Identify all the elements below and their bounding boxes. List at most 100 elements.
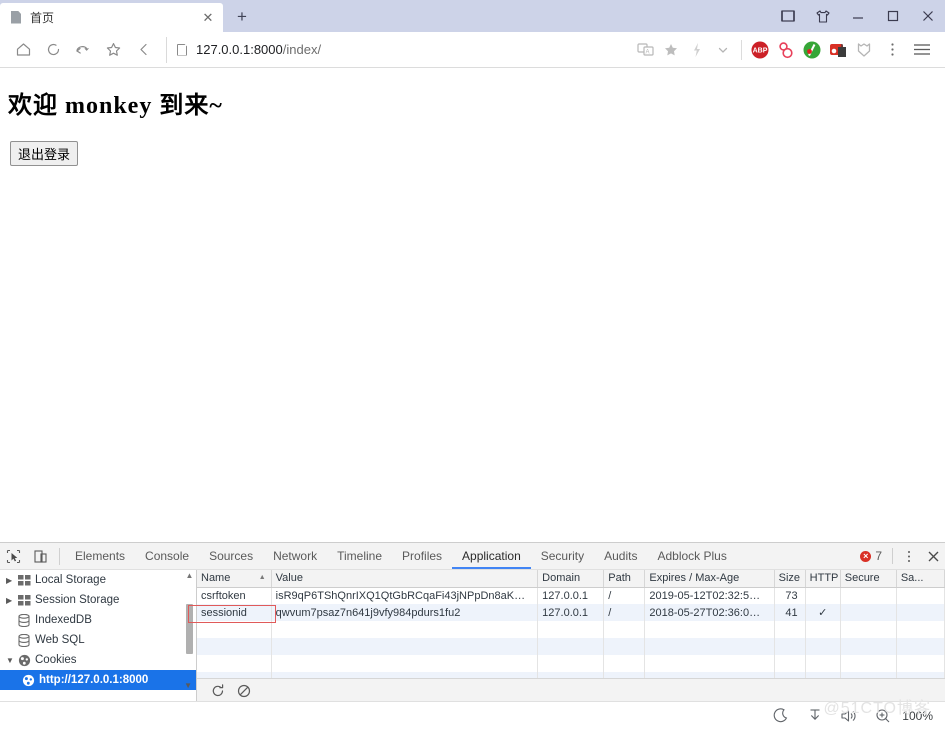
empty-cell [271, 621, 539, 638]
zoom-level-label: 100% [902, 708, 933, 723]
cookie-cell-secure[interactable] [840, 604, 897, 621]
home-icon[interactable] [8, 36, 38, 64]
yandex-extension-icon[interactable] [799, 37, 825, 63]
devtools-tab-audits[interactable]: Audits [594, 543, 647, 569]
sidebar-item-session-storage[interactable]: ▶ Session Storage [0, 590, 196, 610]
menu-icon[interactable] [907, 36, 937, 64]
sidebar-item-label: Cookies [35, 654, 77, 666]
devtools-toolbar: Elements Console Sources Network Timeline Pro… [0, 543, 945, 570]
logout-button[interactable]: 退出登录 [10, 141, 79, 166]
cookie-cell-path[interactable]: / [603, 604, 646, 621]
scrollbar-thumb[interactable] [186, 604, 193, 654]
cookie-cell-samesite[interactable] [896, 604, 945, 621]
sidebar-item-local-storage[interactable]: ▶ Local Storage [0, 570, 196, 590]
column-header-size[interactable]: Size [774, 570, 806, 588]
sound-icon[interactable] [832, 704, 866, 728]
devtools-tab-sources[interactable]: Sources [199, 543, 263, 569]
lightning-icon[interactable] [684, 37, 710, 63]
scroll-up-arrow[interactable]: ▲ [185, 572, 194, 580]
cookie-cell-secure[interactable] [840, 587, 897, 604]
sidebar-item-http-127-0-0-1-8000[interactable]: http://127.0.0.1:8000 [0, 670, 196, 690]
close-icon[interactable] [921, 544, 945, 568]
cookie-cell-size[interactable]: 41 [774, 604, 806, 621]
more-vertical-icon[interactable] [897, 544, 921, 568]
cookie-row[interactable]: csrftoken isR9qP6TShQnrIXQ1QtGbRCqaFi43jN… [197, 587, 945, 604]
refresh-icon[interactable] [205, 680, 231, 702]
cookie-cell-path[interactable]: / [603, 587, 646, 604]
shield-extension-icon[interactable] [851, 37, 877, 63]
reload-icon[interactable] [38, 36, 68, 64]
minimize-icon[interactable] [840, 1, 875, 31]
cookie-cell-http[interactable]: ✓ [805, 604, 841, 621]
address-bar[interactable]: 127.0.0.1:8000/index/ [166, 36, 628, 63]
chevron-down-icon[interactable] [710, 37, 736, 63]
cookie-row[interactable]: sessionid qwvum7psaz7n641j9vfy984pdurs1fu… [197, 604, 945, 621]
devtools-tab-security[interactable]: Security [531, 543, 594, 569]
devtools-tab-elements[interactable]: Elements [65, 543, 135, 569]
devtools-tab-network[interactable]: Network [263, 543, 327, 569]
column-header-domain[interactable]: Domain [537, 570, 605, 588]
maximize-icon[interactable] [875, 1, 910, 31]
inspect-element-icon[interactable] [0, 543, 27, 569]
adblock-plus-icon[interactable]: ABP [747, 37, 773, 63]
devtools-tab-console[interactable]: Console [135, 543, 199, 569]
translate-icon[interactable]: A [632, 37, 658, 63]
empty-cell [644, 638, 775, 655]
twisty-expanded-icon[interactable]: ▼ [6, 656, 18, 665]
column-header-secure[interactable]: Secure [840, 570, 897, 588]
cookie-cell-expires[interactable]: 2018-05-27T02:36:0… [644, 604, 775, 621]
cookie-cell-name[interactable]: csrftoken [197, 587, 272, 604]
favorite-star-icon[interactable] [658, 37, 684, 63]
column-header-name[interactable]: Name ▲ [197, 570, 272, 588]
close-icon[interactable] [910, 1, 945, 31]
devtools-panel: Elements Console Sources Network Timeline Pro… [0, 542, 945, 702]
page-info-icon[interactable] [177, 44, 187, 56]
column-header-sa[interactable]: Sa... [896, 570, 945, 588]
clear-all-icon[interactable] [231, 680, 257, 702]
sidebar-item-cookies[interactable]: ▼ Cookies [0, 650, 196, 670]
sidebar-item-label: Session Storage [35, 594, 120, 606]
twisty-collapsed-icon[interactable]: ▶ [6, 576, 18, 585]
devtools-tab-profiles[interactable]: Profiles [392, 543, 452, 569]
empty-cell [603, 638, 646, 655]
close-icon[interactable]: ✕ [199, 9, 217, 27]
cookie-cell-value[interactable]: qwvum7psaz7n641j9vfy984pdurs1fu2 [271, 604, 539, 621]
chevron-left-icon[interactable] [128, 36, 158, 64]
molecule-extension-icon[interactable] [773, 37, 799, 63]
tab-list-icon[interactable] [770, 1, 805, 31]
devtools-tab-timeline[interactable]: Timeline [327, 543, 392, 569]
cookie-cell-value[interactable]: isR9qP6TShQnrIXQ1QtGbRCqaFi43jNPpDn8aK… [271, 587, 539, 604]
cookie-cell-expires[interactable]: 2019-05-12T02:32:5… [644, 587, 775, 604]
more-vertical-icon[interactable] [877, 36, 907, 64]
twisty-collapsed-icon[interactable]: ▶ [6, 596, 18, 605]
browser-tab[interactable]: 首页 ✕ [0, 3, 223, 32]
star-icon[interactable] [98, 36, 128, 64]
column-header-expires-max-age[interactable]: Expires / Max-Age [644, 570, 775, 588]
sidebar-item-web-sql[interactable]: Web SQL [0, 630, 196, 650]
devtools-tab-adblock-plus[interactable]: Adblock Plus [647, 543, 736, 569]
column-header-http[interactable]: HTTP [805, 570, 841, 588]
column-header-path[interactable]: Path [603, 570, 646, 588]
error-badge[interactable]: × 7 [860, 549, 882, 563]
cookie-cell-domain[interactable]: 127.0.0.1 [537, 587, 605, 604]
cookie-cell-samesite[interactable] [896, 587, 945, 604]
moon-icon[interactable] [764, 704, 798, 728]
scroll-down-arrow[interactable]: ▼ [184, 681, 192, 690]
column-header-value[interactable]: Value [271, 570, 539, 588]
browser-toolbar: 127.0.0.1:8000/index/ A ABP [0, 32, 945, 68]
sidebar-item-indexeddb[interactable]: IndexedDB [0, 610, 196, 630]
device-toolbar-icon[interactable] [27, 543, 54, 569]
red-box-extension-icon[interactable] [825, 37, 851, 63]
devtools-tab-application[interactable]: Application [452, 543, 531, 569]
cookie-cell-http[interactable] [805, 587, 841, 604]
error-count: 7 [875, 549, 882, 563]
back-arrow-icon[interactable] [68, 36, 98, 64]
cookie-cell-domain[interactable]: 127.0.0.1 [537, 604, 605, 621]
new-tab-button[interactable]: + [227, 4, 257, 30]
download-icon[interactable] [798, 704, 832, 728]
cookie-cell-name[interactable]: sessionid [197, 604, 272, 621]
sidebar-scrollbar[interactable]: ▲ [185, 572, 194, 684]
cookie-cell-size[interactable]: 73 [774, 587, 806, 604]
zoom-in-icon[interactable] [866, 704, 900, 728]
skin-shirt-icon[interactable] [805, 1, 840, 31]
